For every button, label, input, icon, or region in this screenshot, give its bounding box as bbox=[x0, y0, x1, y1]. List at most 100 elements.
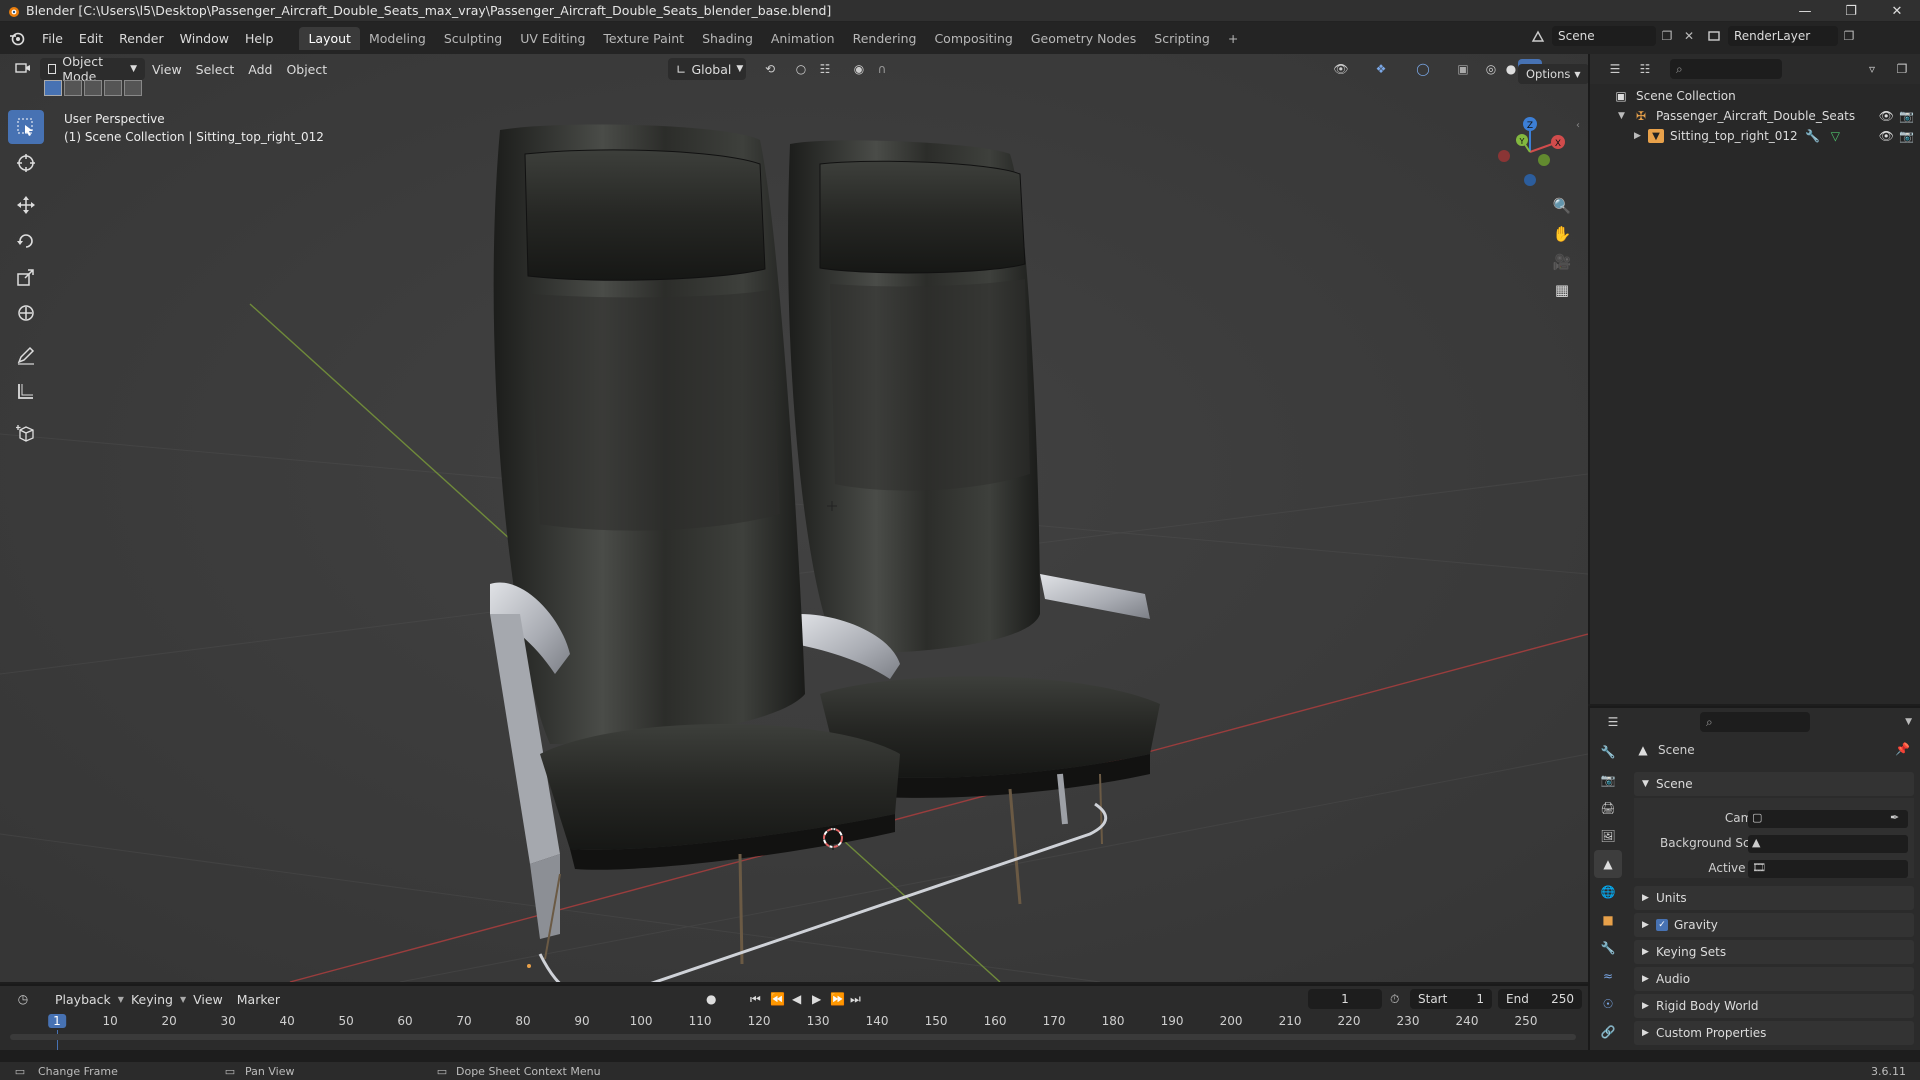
options-dropdown[interactable]: Options ▼ bbox=[1518, 64, 1588, 84]
timeline-frame-ruler[interactable]: 1 10 20 30 40 50 60 70 80 90 100 110 120 130 140 150 160… bbox=[0, 986, 1588, 1052]
playhead-current-frame[interactable]: 1 bbox=[48, 1014, 66, 1028]
constraints-tab-icon[interactable]: 🔗 bbox=[1594, 1018, 1622, 1046]
tool-tab-icon[interactable]: 🔧 bbox=[1594, 738, 1622, 766]
zoom-icon[interactable]: 🔍 bbox=[1548, 192, 1576, 220]
modifiers-tab-icon[interactable]: 🔧 bbox=[1594, 934, 1622, 962]
xray-toggle-icon[interactable]: ▣ bbox=[1452, 62, 1474, 76]
viewport-menu-view[interactable]: View bbox=[145, 62, 189, 77]
expand-chevron-icon[interactable]: ▼ bbox=[1618, 111, 1632, 121]
tab-animation[interactable]: Animation bbox=[762, 27, 844, 50]
select-extend-icon[interactable] bbox=[64, 80, 82, 96]
menu-file[interactable]: File bbox=[34, 31, 71, 46]
panel-units[interactable]: ▶ Units bbox=[1634, 886, 1914, 910]
tab-modeling[interactable]: Modeling bbox=[360, 27, 435, 50]
mesh-data-icon[interactable]: ▽ bbox=[1831, 129, 1840, 143]
physics-tab-icon[interactable]: ☉ bbox=[1594, 990, 1622, 1018]
tab-texture-paint[interactable]: Texture Paint bbox=[594, 27, 693, 50]
particles-tab-icon[interactable]: ≈ bbox=[1594, 962, 1622, 990]
world-tab-icon[interactable]: 🌐 bbox=[1594, 878, 1622, 906]
menu-window[interactable]: Window bbox=[172, 31, 237, 46]
outliner-row-collection[interactable]: ▼ ✠ Passenger_Aircraft_Double_Seats 👁 📷 bbox=[1590, 106, 1920, 126]
background-scene-field[interactable] bbox=[1748, 835, 1908, 853]
overlays-toggle-icon[interactable]: ◯ bbox=[1410, 62, 1436, 76]
modifier-wrench-icon[interactable]: 🔧 bbox=[1805, 129, 1820, 143]
select-invert-icon[interactable] bbox=[104, 80, 122, 96]
panel-rigid-body-world[interactable]: ▶ Rigid Body World bbox=[1634, 994, 1914, 1018]
panel-custom-properties[interactable]: ▶ Custom Properties bbox=[1634, 1021, 1914, 1045]
new-scene-icon[interactable]: ❐ bbox=[1656, 29, 1678, 43]
visibility-eye-icon[interactable]: 👁 bbox=[1879, 129, 1894, 143]
output-tab-icon[interactable]: 🖨 bbox=[1594, 794, 1622, 822]
annotate-tool[interactable] bbox=[8, 338, 44, 372]
display-mode-icon[interactable]: ☷ bbox=[1630, 62, 1660, 76]
menu-render[interactable]: Render bbox=[111, 31, 172, 46]
view-layer-icon[interactable] bbox=[1700, 29, 1728, 43]
perspective-grid-icon[interactable]: ▦ bbox=[1548, 276, 1576, 304]
proportional-edit-icon[interactable]: ◉ bbox=[848, 62, 870, 76]
delete-scene-icon[interactable]: ✕ bbox=[1678, 29, 1700, 43]
minimize-button[interactable]: — bbox=[1782, 0, 1828, 22]
tab-sculpting[interactable]: Sculpting bbox=[435, 27, 511, 50]
cursor-tool[interactable] bbox=[8, 146, 44, 180]
scene-icon[interactable] bbox=[1524, 29, 1552, 43]
gravity-checkbox[interactable]: ✓ bbox=[1656, 919, 1668, 931]
tab-geometry-nodes[interactable]: Geometry Nodes bbox=[1022, 27, 1145, 50]
close-window-button[interactable]: ✕ bbox=[1874, 0, 1920, 22]
new-collection-icon[interactable]: ❐ bbox=[1890, 62, 1914, 76]
tab-compositing[interactable]: Compositing bbox=[925, 27, 1021, 50]
pin-icon[interactable]: 📌 bbox=[1895, 742, 1910, 756]
outliner-row-scene-collection[interactable]: ▣ Scene Collection bbox=[1590, 86, 1920, 106]
render-camera-icon[interactable]: 📷 bbox=[1899, 129, 1914, 143]
playhead-line[interactable] bbox=[57, 1030, 58, 1050]
panel-keying-sets[interactable]: ▶ Keying Sets bbox=[1634, 940, 1914, 964]
move-tool[interactable] bbox=[8, 188, 44, 222]
transform-tool[interactable] bbox=[8, 296, 44, 330]
outliner-row-object[interactable]: ▶ ▼ Sitting_top_right_012 🔧 ▽ 👁 📷 bbox=[1590, 126, 1920, 146]
properties-editor-type-icon[interactable]: ☰ bbox=[1598, 715, 1628, 729]
select-box-tool[interactable] bbox=[8, 110, 44, 144]
transform-orientation-dropdown[interactable]: ∟ Global ▼ bbox=[668, 58, 746, 80]
camera-field[interactable] bbox=[1748, 810, 1908, 828]
wireframe-shading-icon[interactable]: ◎ bbox=[1480, 62, 1502, 76]
view-layer-field[interactable]: RenderLayer bbox=[1728, 26, 1838, 46]
camera-view-icon[interactable]: 🎥 bbox=[1548, 248, 1576, 276]
object-mode-dropdown[interactable]: Object Mode ▼ bbox=[40, 54, 145, 84]
new-view-layer-icon[interactable]: ❐ bbox=[1838, 29, 1860, 43]
tab-rendering[interactable]: Rendering bbox=[844, 27, 926, 50]
pivot-point-icon[interactable]: ⟲ bbox=[756, 62, 784, 76]
tab-scripting[interactable]: Scripting bbox=[1145, 27, 1219, 50]
panel-scene-expanded[interactable]: ▼ Scene bbox=[1634, 772, 1914, 796]
properties-options-chevron-icon[interactable]: ▼ bbox=[1905, 717, 1912, 727]
visibility-selectability-icon[interactable]: 👁 bbox=[1328, 62, 1354, 76]
menu-edit[interactable]: Edit bbox=[71, 31, 111, 46]
editor-type-icon[interactable] bbox=[6, 62, 40, 76]
select-intersect-icon[interactable] bbox=[124, 80, 142, 96]
tab-shading[interactable]: Shading bbox=[693, 27, 762, 50]
object-tab-icon[interactable]: ■ bbox=[1594, 906, 1622, 934]
snap-target-icon[interactable]: ☷ bbox=[812, 62, 838, 76]
menu-help[interactable]: Help bbox=[237, 31, 282, 46]
view-layer-tab-icon[interactable]: 🖼 bbox=[1594, 822, 1622, 850]
gizmo-toggle-icon[interactable]: ❖ bbox=[1368, 62, 1394, 76]
tab-uv-editing[interactable]: UV Editing bbox=[511, 27, 594, 50]
add-workspace-button[interactable]: + bbox=[1219, 27, 1247, 50]
rotate-tool[interactable] bbox=[8, 224, 44, 258]
panel-audio[interactable]: ▶ Audio bbox=[1634, 967, 1914, 991]
measure-tool[interactable] bbox=[8, 374, 44, 408]
restore-button[interactable]: ❐ bbox=[1828, 0, 1874, 22]
timeline-scrollbar[interactable] bbox=[10, 1034, 1576, 1040]
select-subtract-icon[interactable] bbox=[84, 80, 102, 96]
3d-viewport[interactable]: Object Mode ▼ View Select Add Object ∟ G… bbox=[0, 54, 1588, 982]
scene-name-field[interactable]: Scene bbox=[1552, 26, 1656, 46]
visibility-eye-icon[interactable]: 👁 bbox=[1879, 109, 1894, 123]
filter-icon[interactable]: ▿ bbox=[1860, 62, 1884, 76]
properties-search-input[interactable]: ⌕ bbox=[1700, 712, 1810, 732]
outliner-editor-type-icon[interactable]: ☰ bbox=[1600, 62, 1630, 76]
select-new-icon[interactable] bbox=[44, 80, 62, 96]
snap-icon[interactable]: ○ bbox=[790, 62, 812, 76]
pan-hand-icon[interactable]: ✋ bbox=[1548, 220, 1576, 248]
scene-tab-icon[interactable]: ▲ bbox=[1594, 850, 1622, 878]
viewport-menu-select[interactable]: Select bbox=[189, 62, 242, 77]
outliner-search-input[interactable]: ⌕ bbox=[1670, 59, 1782, 79]
render-camera-icon[interactable]: 📷 bbox=[1899, 109, 1914, 123]
